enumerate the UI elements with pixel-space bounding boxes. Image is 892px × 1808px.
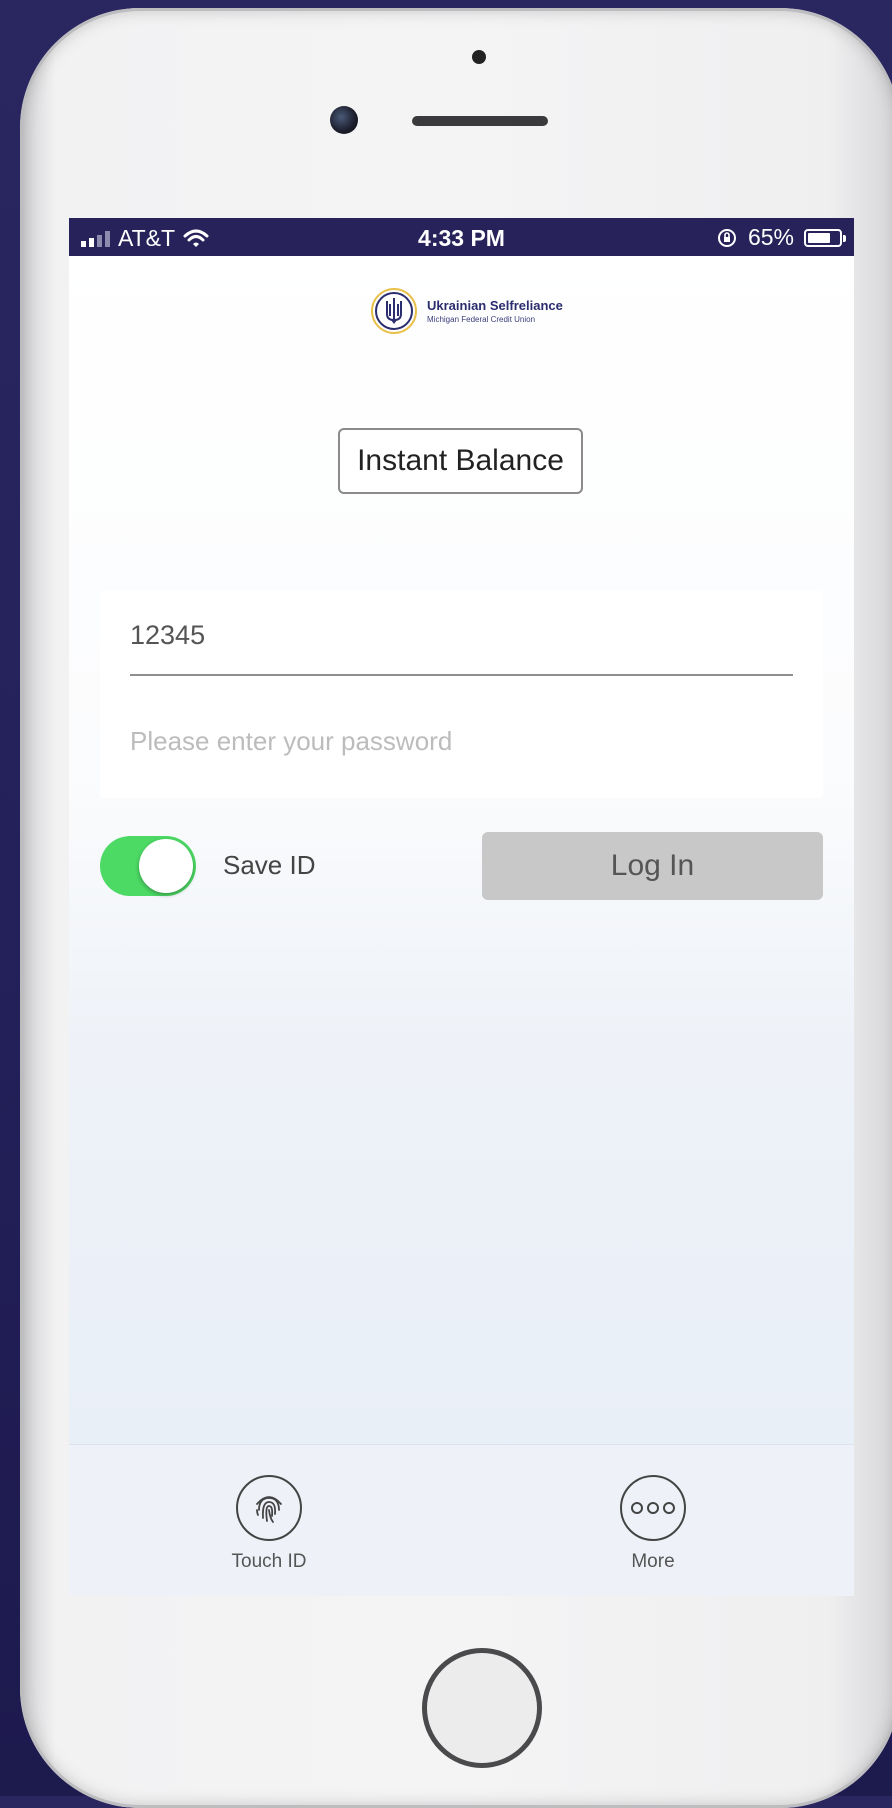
status-right: 65% bbox=[716, 224, 846, 251]
battery-percent: 65% bbox=[747, 224, 794, 250]
more-icon bbox=[631, 1502, 675, 1514]
trident-emblem-icon bbox=[371, 288, 417, 334]
home-button[interactable] bbox=[422, 1648, 542, 1768]
more-label: More bbox=[631, 1551, 675, 1572]
orientation-lock-icon bbox=[717, 228, 736, 247]
touch-id-button[interactable]: Touch ID bbox=[199, 1475, 339, 1573]
logo-subtitle: Michigan Federal Credit Union bbox=[427, 315, 536, 324]
earpiece-speaker bbox=[412, 116, 548, 126]
more-button[interactable]: More bbox=[583, 1475, 723, 1573]
login-card: 12345 Please enter your password bbox=[100, 590, 823, 798]
battery-icon bbox=[804, 228, 846, 247]
credit-union-logo: Ukrainian Selfreliance Michigan Federal … bbox=[369, 286, 563, 336]
front-camera bbox=[330, 106, 358, 134]
proximity-sensor bbox=[472, 50, 486, 64]
logo-text: Ukrainian Selfreliance Michigan Federal … bbox=[427, 298, 563, 324]
instant-balance-button[interactable]: Instant Balance bbox=[338, 428, 583, 494]
bottom-bar: Touch ID More bbox=[69, 1444, 854, 1596]
save-id-label: Save ID bbox=[223, 850, 316, 880]
save-id-toggle[interactable] bbox=[100, 836, 196, 896]
logo-name: Ukrainian Selfreliance bbox=[427, 298, 563, 313]
toggle-knob bbox=[139, 839, 193, 893]
app-screen: AT&T 4:33 PM 65% Ukrainian Selfreliance … bbox=[69, 218, 854, 1596]
touch-id-label: Touch ID bbox=[231, 1551, 307, 1572]
touch-id-circle bbox=[236, 1475, 302, 1541]
status-bar: AT&T 4:33 PM 65% bbox=[69, 218, 854, 256]
password-field[interactable]: Please enter your password bbox=[130, 726, 793, 766]
user-id-field[interactable]: 12345 bbox=[130, 620, 793, 676]
log-in-button[interactable]: Log In bbox=[482, 832, 823, 900]
more-circle bbox=[620, 1475, 686, 1541]
fingerprint-icon bbox=[256, 1496, 282, 1523]
